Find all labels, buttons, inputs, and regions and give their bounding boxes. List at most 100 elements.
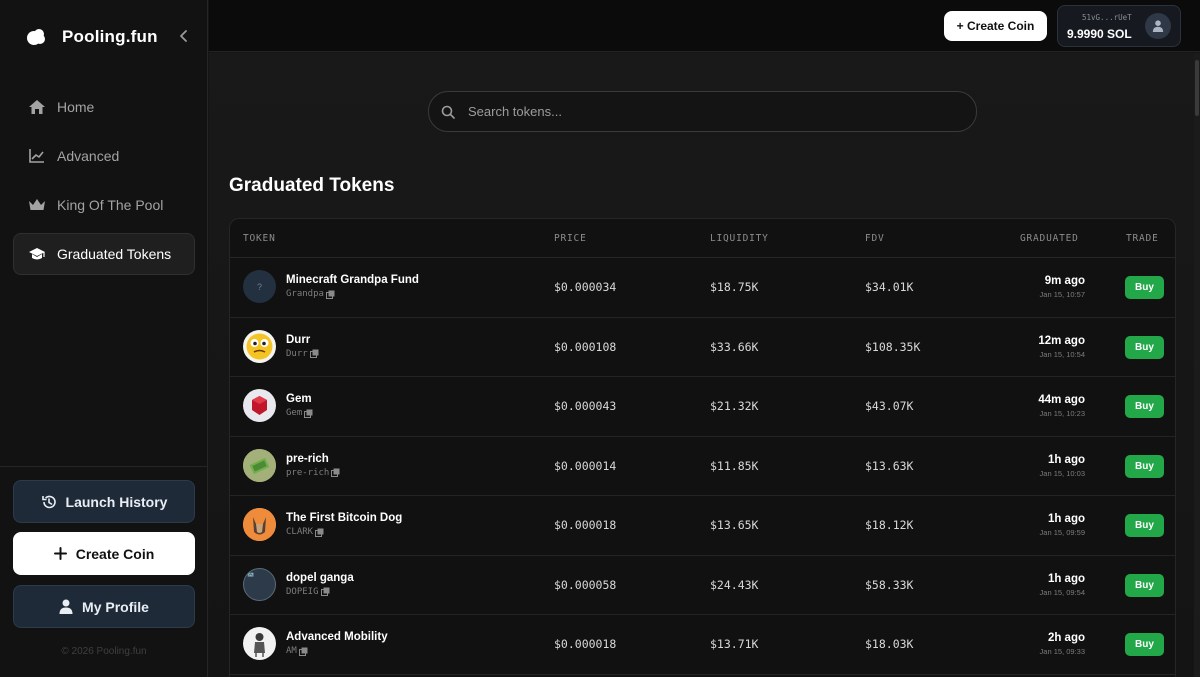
figure-sketch-icon — [254, 633, 265, 657]
table-header: TOKEN PRICE LIQUIDITY FDV GRADUATED TRAD… — [230, 219, 1175, 258]
token-liquidity: $33.66K — [710, 339, 759, 354]
token-liquidity: $21.32K — [710, 399, 759, 413]
token-symbol: pre-rich — [286, 467, 330, 478]
copy-icon[interactable] — [309, 349, 319, 358]
graduated-ago: 2h ago — [1047, 632, 1085, 644]
buy-button[interactable]: Buy — [1125, 573, 1164, 597]
token-liquidity: $13.71K — [710, 637, 759, 651]
table-row[interactable]: pre-rich pre-rich $0.000014 $11.85K $13.… — [230, 437, 1175, 496]
brand-name: Pooling.fun — [62, 27, 158, 46]
scrollbar-track[interactable] — [1194, 53, 1200, 677]
sidebar-nav: Home Advanced King Of The Pool Graduated… — [13, 86, 195, 282]
column-header-token: TOKEN — [243, 233, 276, 244]
token-fdv: $58.33K — [865, 577, 914, 592]
copy-icon[interactable] — [304, 409, 313, 418]
scrollbar-thumb[interactable] — [1195, 60, 1199, 116]
create-coin-button[interactable]: Create Coin — [13, 532, 195, 575]
search-icon — [441, 104, 457, 120]
chart-line-icon — [28, 147, 46, 165]
copyright: © 2026 Pooling.fun — [61, 646, 147, 657]
token-name: The First Bitcoin Dog — [286, 512, 403, 524]
sidebar-item-graduated-tokens[interactable]: Graduated Tokens — [13, 233, 195, 275]
buy-button[interactable]: Buy — [1125, 335, 1164, 359]
graduated-ago: 9m ago — [1044, 275, 1085, 287]
table-row[interactable]: Durr Durr $0.000108 $33.66K $108.35K 12m… — [230, 318, 1175, 377]
graduated-date: Jan 15, 10:54 — [1039, 349, 1085, 359]
token-cell: The First Bitcoin Dog CLARK — [243, 508, 402, 541]
token-symbol: CLARK — [286, 527, 314, 537]
graduated-ago: 1h ago — [1047, 453, 1085, 466]
table-row[interactable]: dopel ganga DOPEIG $0.000058 $24.43K $58… — [230, 556, 1175, 615]
token-name: dopel ganga — [286, 571, 354, 584]
token-name: pre-rich — [286, 452, 329, 465]
token-price: $0.000108 — [554, 339, 617, 354]
user-icon — [59, 599, 73, 614]
token-cell: dopel ganga DOPEIG — [243, 567, 354, 601]
token-name: Advanced Mobility — [286, 631, 388, 643]
token-avatar: ? — [243, 270, 276, 303]
buy-button[interactable]: Buy — [1125, 454, 1164, 478]
sidebar-item-home[interactable]: Home — [13, 86, 195, 128]
wallet-button[interactable]: 51vG...rUeT 9.9990 SOL — [1057, 5, 1181, 47]
graduated-date: Jan 15, 09:54 — [1039, 587, 1085, 597]
sidebar-divider — [0, 466, 208, 467]
buy-button[interactable]: Buy — [1125, 514, 1164, 537]
token-price: $0.000018 — [554, 518, 617, 532]
token-fdv: $18.12K — [865, 518, 914, 532]
token-cell: Durr Durr — [243, 329, 319, 363]
table-row[interactable]: Advanced Mobility AM $0.000018 $13.71K $… — [230, 615, 1175, 675]
topbar-create-coin-button[interactable]: + Create Coin — [944, 11, 1047, 41]
launch-history-button[interactable]: Launch History — [13, 480, 195, 523]
column-header-fdv: FDV — [865, 233, 885, 244]
copy-icon[interactable] — [315, 528, 324, 537]
sidebar-item-king-of-the-pool[interactable]: King Of The Pool — [13, 184, 195, 226]
search-input[interactable] — [468, 104, 948, 119]
token-liquidity: $13.65K — [710, 518, 759, 532]
token-liquidity: $24.43K — [710, 577, 759, 592]
buy-button[interactable]: Buy — [1125, 276, 1164, 299]
wallet-balance: 9.9990 SOL — [1067, 27, 1132, 41]
home-icon — [28, 98, 46, 116]
broken-image-icon — [247, 572, 254, 577]
my-profile-button[interactable]: My Profile — [13, 585, 195, 628]
token-price: $0.000018 — [554, 637, 617, 651]
token-symbol: Grandpa — [286, 289, 324, 299]
plus-icon — [53, 547, 67, 560]
token-fdv: $13.63K — [865, 458, 914, 473]
chevron-left-icon[interactable] — [176, 27, 192, 45]
token-fdv: $18.03K — [865, 637, 914, 651]
copy-icon[interactable] — [325, 290, 335, 299]
copy-icon[interactable] — [331, 468, 340, 477]
buy-button[interactable]: Buy — [1125, 395, 1164, 418]
token-price: $0.000058 — [554, 577, 617, 592]
table-row[interactable]: Gem Gem $0.000043 $21.32K $43.07K 44m ag… — [230, 377, 1175, 437]
sidebar-item-advanced[interactable]: Advanced — [13, 135, 195, 177]
token-fdv: $34.01K — [865, 280, 914, 294]
my-profile-label: My Profile — [82, 598, 149, 615]
pool-logo-icon — [26, 27, 46, 47]
copy-icon[interactable] — [298, 647, 308, 656]
table-row[interactable]: The First Bitcoin Dog CLARK $0.000018 $1… — [230, 496, 1175, 556]
token-cell: ? Minecraft Grandpa Fund Grandpa — [243, 270, 419, 303]
token-avatar — [243, 448, 276, 482]
graduated-date: Jan 15, 10:03 — [1039, 468, 1085, 478]
graduated-date: Jan 15, 10:23 — [1039, 409, 1085, 418]
column-header-price: PRICE — [554, 233, 587, 244]
brand[interactable]: Pooling.fun — [26, 24, 158, 50]
wallet-address: 51vG...rUeT — [1082, 13, 1132, 22]
sidebar: Pooling.fun Home Advanced King Of The Po… — [0, 0, 208, 677]
token-symbol: DOPEIG — [286, 586, 319, 597]
token-avatar-placeholder: ? — [256, 281, 262, 292]
main-content: Graduated Tokens TOKEN PRICE LIQUIDITY F… — [209, 53, 1200, 677]
graduated-ago: 12m ago — [1038, 334, 1085, 347]
token-avatar — [243, 389, 276, 422]
sidebar-item-label: Graduated Tokens — [57, 246, 172, 262]
token-name: Minecraft Grandpa Fund — [286, 274, 419, 286]
app-root: Pooling.fun Home Advanced King Of The Po… — [0, 0, 1200, 677]
token-liquidity: $11.85K — [710, 458, 759, 473]
token-cell: pre-rich pre-rich — [243, 448, 340, 482]
buy-button[interactable]: Buy — [1125, 633, 1164, 656]
column-header-liquidity: LIQUIDITY — [710, 233, 769, 244]
table-row[interactable]: ? Minecraft Grandpa Fund Grandpa $0.0000… — [230, 258, 1175, 318]
copy-icon[interactable] — [320, 587, 330, 596]
